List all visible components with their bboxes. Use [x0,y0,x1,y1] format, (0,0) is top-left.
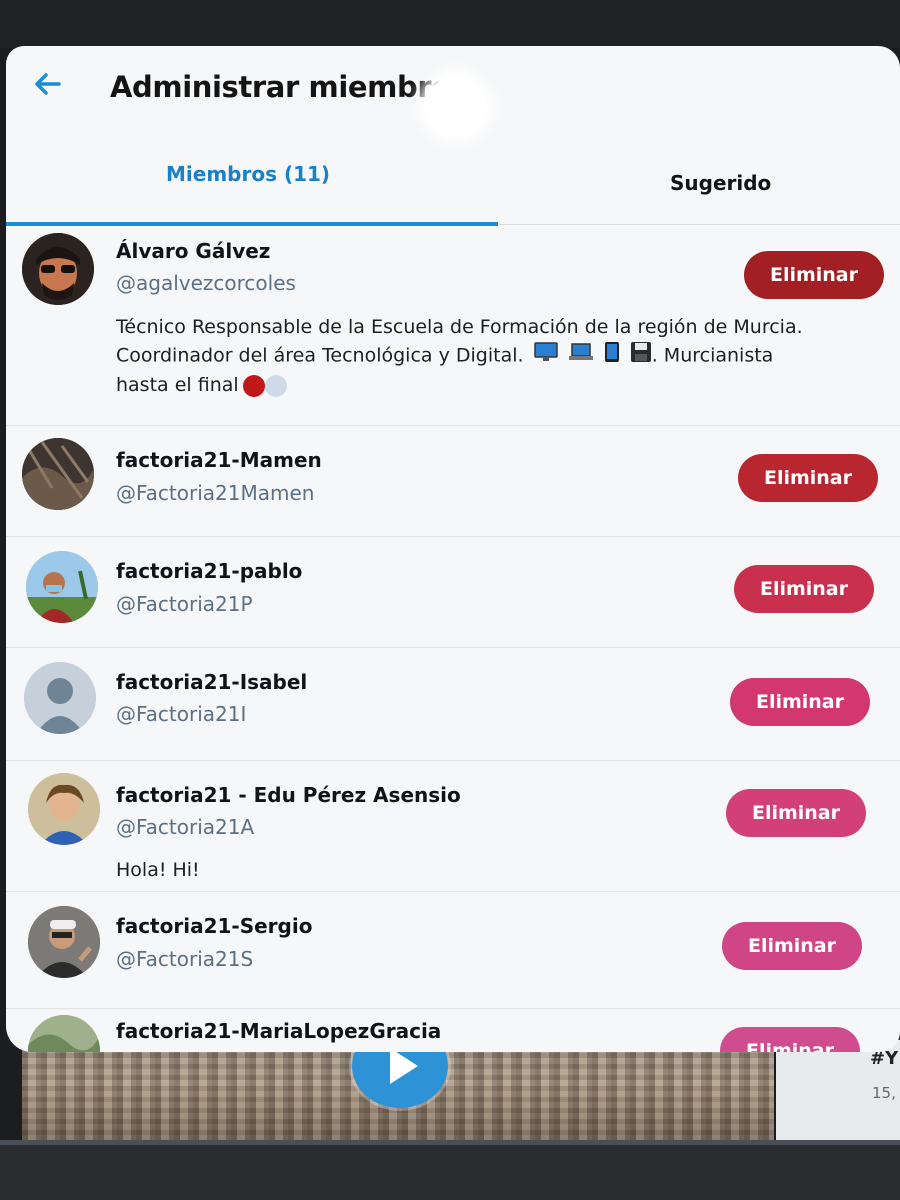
member-bio: Técnico Responsable de la Escuela de For… [116,313,876,399]
remove-button[interactable]: Eliminar [744,251,884,299]
tab-bar: Miembros (11) Sugerido [6,146,900,226]
member-name: factoria21-Isabel [116,670,308,694]
member-name: factoria21 - Edu Pérez Asensio [116,783,461,807]
background-trend-count: 15, [872,1084,896,1102]
screen-glare [426,76,486,136]
member-row[interactable]: factoria21-Sergio @Factoria21S Eliminar [6,892,900,1009]
manage-members-dialog: Administrar miembros Miembros (11) Suger… [6,46,900,1052]
member-handle[interactable]: @Factoria21I [116,702,246,726]
member-handle[interactable]: @Factoria21Mamen [116,481,314,505]
member-row[interactable]: factoria21-pablo @Factoria21P Eliminar [6,537,900,648]
member-bio: Hola! Hi! [116,859,200,881]
monitor-bezel [0,0,900,48]
member-name: factoria21-Sergio [116,914,313,938]
back-arrow-icon[interactable] [32,70,62,105]
tab-members[interactable]: Miembros (11) [166,162,330,186]
bio-line: hasta el final [116,371,876,399]
laptop-icon [568,342,594,370]
member-handle[interactable]: @agalvezcorcoles [116,271,296,295]
member-handle[interactable]: @Factoria21S [116,947,253,971]
member-row[interactable]: factoria21-Mamen @Factoria21Mamen Elimin… [6,426,900,537]
avatar [28,906,100,978]
remove-button[interactable]: Eliminar [730,678,870,726]
member-handle[interactable]: @Factoria21A [116,815,254,839]
floppy-disk-icon [630,341,652,371]
bio-line: Coordinador del área Tecnológica y Digit… [116,341,876,371]
bio-line-text: hasta el final [116,374,239,396]
dialog-header: Administrar miembros [6,46,900,146]
dialog-title: Administrar miembros [110,70,468,104]
avatar [28,1015,100,1052]
red-circle-icon [242,374,265,397]
member-row[interactable]: factoria21-Isabel @Factoria21I Eliminar [6,648,900,761]
member-row[interactable]: factoria21-MariaLopezGracia Eliminar [6,1009,900,1052]
avatar [28,773,100,845]
bio-line: Técnico Responsable de la Escuela de For… [116,316,803,338]
member-name: Álvaro Gálvez [116,239,271,263]
remove-button[interactable]: Eliminar [726,789,866,837]
white-circle-icon [264,374,287,397]
remove-button[interactable]: Eliminar [738,454,878,502]
avatar [22,438,94,510]
mobile-phone-icon [604,341,620,371]
member-row[interactable]: Álvaro Gálvez @agalvezcorcoles Técnico R… [6,225,900,426]
member-handle[interactable]: @Factoria21P [116,592,253,616]
tab-suggested[interactable]: Sugerido [670,171,771,195]
avatar [26,551,98,623]
default-avatar-icon [24,662,96,734]
member-name: factoria21-MariaLopezGracia [116,1019,442,1043]
bio-line-tail: . Murcianista [651,344,774,367]
member-name: factoria21-pablo [116,559,303,583]
member-row[interactable]: factoria21 - Edu Pérez Asensio @Factoria… [6,761,900,892]
avatar [22,233,94,305]
member-name: factoria21-Mamen [116,448,322,472]
monitor-bezel-bottom [0,1145,900,1200]
remove-button[interactable]: Eliminar [720,1027,860,1052]
desktop-computer-icon [533,342,558,370]
remove-button[interactable]: Eliminar [722,922,862,970]
remove-button[interactable]: Eliminar [734,565,874,613]
bio-line-text: Coordinador del área Tecnológica y Digit… [116,344,524,367]
